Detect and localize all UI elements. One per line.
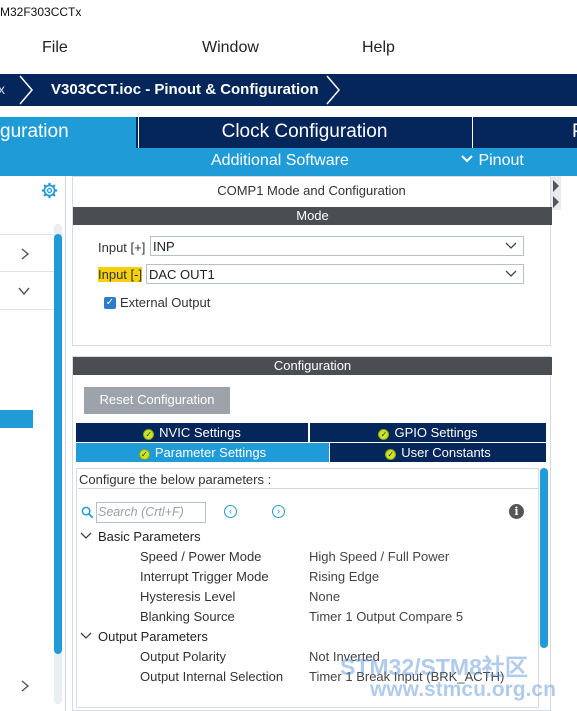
gear-icon[interactable] — [41, 182, 58, 199]
input-minus-label: Input [-] — [98, 267, 143, 282]
tab-label: GPIO Settings — [394, 425, 478, 440]
params-scrollbar-thumb[interactable] — [540, 468, 548, 648]
input-plus-value: INP — [153, 239, 175, 254]
left-panel — [0, 176, 66, 711]
param-name: Output Polarity — [140, 649, 226, 664]
check-circle-icon: ✓ — [143, 429, 155, 440]
tab-pinout-configuration[interactable]: guration — [0, 117, 136, 148]
mode-section-bar: Mode — [73, 207, 552, 225]
left-category-row[interactable] — [0, 272, 54, 310]
menu-help[interactable]: Help — [362, 39, 395, 57]
param-value[interactable]: None — [309, 589, 340, 604]
tab-label: Parameter Settings — [154, 445, 267, 460]
watermark-line1: STM32/STM8社区 — [340, 654, 528, 680]
mode-panel: COMP1 Mode and Configuration Mode Input … — [72, 176, 552, 346]
breadcrumb: x V303CCT.ioc - Pinout & Configuration — [0, 74, 577, 106]
window-title-bar: M32F303CCTx — [0, 0, 577, 26]
right-collapse-strip — [550, 176, 577, 711]
sub-tabs: Additional Software Pinout — [0, 148, 577, 176]
chevron-down-icon — [18, 287, 30, 296]
check-circle-icon: ✓ — [385, 449, 397, 460]
input-plus-label: Input [+] — [98, 240, 146, 255]
tab-label: P — [572, 121, 577, 142]
left-category-row[interactable] — [0, 234, 54, 272]
info-icon[interactable]: i — [509, 504, 524, 519]
group-label: Basic Parameters — [98, 529, 201, 544]
external-output-label: External Output — [120, 295, 211, 310]
param-name: Speed / Power Mode — [140, 549, 262, 564]
tab-next[interactable]: P — [472, 117, 577, 148]
group-basic-parameters[interactable]: Basic Parameters — [80, 529, 201, 544]
chevron-down-icon — [505, 242, 517, 249]
group-output-parameters[interactable]: Output Parameters — [80, 629, 208, 644]
external-output-checkbox[interactable]: ✓ — [104, 297, 116, 309]
tab-label: Clock Configuration — [221, 121, 388, 142]
check-circle-icon: ✓ — [378, 429, 390, 440]
main-tabs: guration Clock Configuration P — [0, 117, 577, 148]
watermark-line2: www.stmcu.org.cn — [370, 678, 556, 701]
window-title: M32F303CCTx — [0, 5, 82, 19]
close-icon[interactable]: x — [0, 81, 5, 97]
param-name: Output Internal Selection — [140, 669, 284, 684]
input-minus-value: DAC OUT1 — [149, 267, 215, 282]
chevron-right-icon[interactable] — [20, 680, 30, 692]
chevron-right-icon — [21, 248, 30, 260]
param-value[interactable]: Timer 1 Output Compare 5 — [309, 609, 463, 624]
chevron-down-icon — [80, 532, 92, 539]
collapse-arrow-icon[interactable] — [551, 176, 561, 210]
subtab-additional-software[interactable]: Additional Software — [211, 152, 349, 170]
tab-label: NVIC Settings — [159, 425, 241, 440]
tab-nvic-settings[interactable]: ✓ NVIC Settings — [76, 423, 308, 442]
subtab-pinout-label: Pinout — [478, 152, 524, 169]
param-value[interactable]: Rising Edge — [309, 569, 379, 584]
breadcrumb-separator-icon — [326, 75, 340, 105]
param-name: Blanking Source — [140, 609, 235, 624]
menu-bar: File Window Help — [0, 26, 577, 72]
check-circle-icon: ✓ — [138, 449, 150, 460]
param-name: Hysteresis Level — [140, 589, 236, 604]
search-input[interactable]: Search (Crtl+F) — [96, 502, 206, 523]
group-label: Output Parameters — [98, 629, 208, 644]
menu-window[interactable]: Window — [202, 39, 259, 57]
search-icon — [81, 506, 94, 519]
input-plus-select[interactable]: INP — [150, 236, 524, 256]
param-name: Interrupt Trigger Mode — [140, 569, 269, 584]
mode-panel-heading: COMP1 Mode and Configuration — [217, 183, 406, 198]
breadcrumb-separator-icon — [19, 75, 33, 105]
left-scrollbar-thumb[interactable] — [54, 234, 62, 654]
chevron-down-icon — [505, 270, 517, 277]
subtab-pinout[interactable]: Pinout — [460, 152, 524, 170]
breadcrumb-current[interactable]: V303CCT.ioc - Pinout & Configuration — [51, 81, 319, 98]
tab-clock-configuration[interactable]: Clock Configuration — [138, 117, 470, 148]
param-value[interactable]: High Speed / Full Power — [309, 549, 449, 564]
chevron-down-icon — [461, 155, 473, 163]
chevron-down-icon — [80, 632, 92, 639]
next-match-icon[interactable]: › — [272, 505, 285, 518]
configuration-section-bar: Configuration — [73, 357, 552, 375]
menu-file[interactable]: File — [42, 39, 68, 57]
tab-label: guration — [0, 121, 69, 142]
tab-gpio-settings[interactable]: ✓ GPIO Settings — [310, 423, 546, 442]
input-minus-select[interactable]: DAC OUT1 — [146, 264, 524, 284]
left-selected-item[interactable] — [0, 410, 33, 428]
tab-label: User Constants — [401, 445, 491, 460]
reset-configuration-button[interactable]: Reset Configuration — [84, 387, 230, 414]
tab-user-constants[interactable]: ✓ User Constants — [330, 443, 546, 462]
tab-parameter-settings[interactable]: ✓ Parameter Settings — [76, 443, 329, 462]
params-caption: Configure the below parameters : — [78, 470, 539, 489]
previous-match-icon[interactable]: ‹ — [224, 505, 237, 518]
